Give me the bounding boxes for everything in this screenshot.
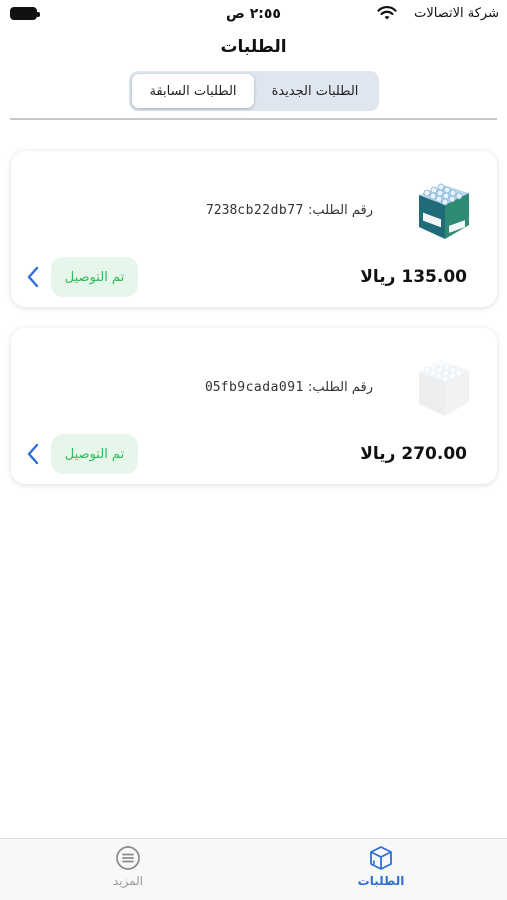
order-price: 270.00 ريالا <box>360 444 467 464</box>
box-icon <box>370 846 392 870</box>
orders-segmented-control: الطلبات الجديدة الطلبات السابقة <box>129 71 379 111</box>
chevron-left-icon[interactable] <box>25 442 41 466</box>
order-number: رقم الطلب: 05fb9cada091 <box>205 380 373 395</box>
order-number-value: 7238cb22db77 <box>205 203 304 218</box>
tab-more-label: المزيد <box>112 874 144 888</box>
wifi-icon <box>377 6 397 20</box>
order-number-value: 05fb9cada091 <box>204 380 304 395</box>
tab-orders-label: الطلبات <box>357 874 405 888</box>
order-card[interactable]: رقم الطلب: 05fb9cada091 270.00 ريالا تم … <box>11 328 497 484</box>
menu-circle-icon <box>116 846 140 870</box>
order-number: رقم الطلب: 7238cb22db77 <box>206 203 373 218</box>
carrier-name: شركة الاتصالات <box>414 6 499 21</box>
order-card[interactable]: رقم الطلب: 7238cb22db77 135.00 ريالا تم … <box>11 151 497 307</box>
segment-new-orders[interactable]: الطلبات الجديدة <box>254 74 376 108</box>
order-number-label: رقم الطلب: <box>308 203 373 218</box>
orders-screen: ٢:٥٥ ص شركة الاتصالات الطلبات الطلبات ال… <box>0 0 507 900</box>
order-price: 135.00 ريالا <box>360 267 467 287</box>
water-pack-product-image <box>419 360 469 416</box>
status-badge: تم التوصيل <box>51 257 138 297</box>
tab-bar: الطلبات المزيد <box>0 838 507 900</box>
header-divider <box>10 118 497 120</box>
chevron-left-icon[interactable] <box>25 265 41 289</box>
status-bar: ٢:٥٥ ص شركة الاتصالات <box>0 0 507 30</box>
segment-previous-orders[interactable]: الطلبات السابقة <box>132 74 254 108</box>
page-title: الطلبات <box>220 37 287 57</box>
tab-more[interactable]: المزيد <box>78 845 178 895</box>
tab-orders[interactable]: الطلبات <box>331 845 431 895</box>
status-badge: تم التوصيل <box>51 434 138 474</box>
water-pack-product-image <box>419 183 469 239</box>
order-number-label: رقم الطلب: <box>308 380 373 395</box>
